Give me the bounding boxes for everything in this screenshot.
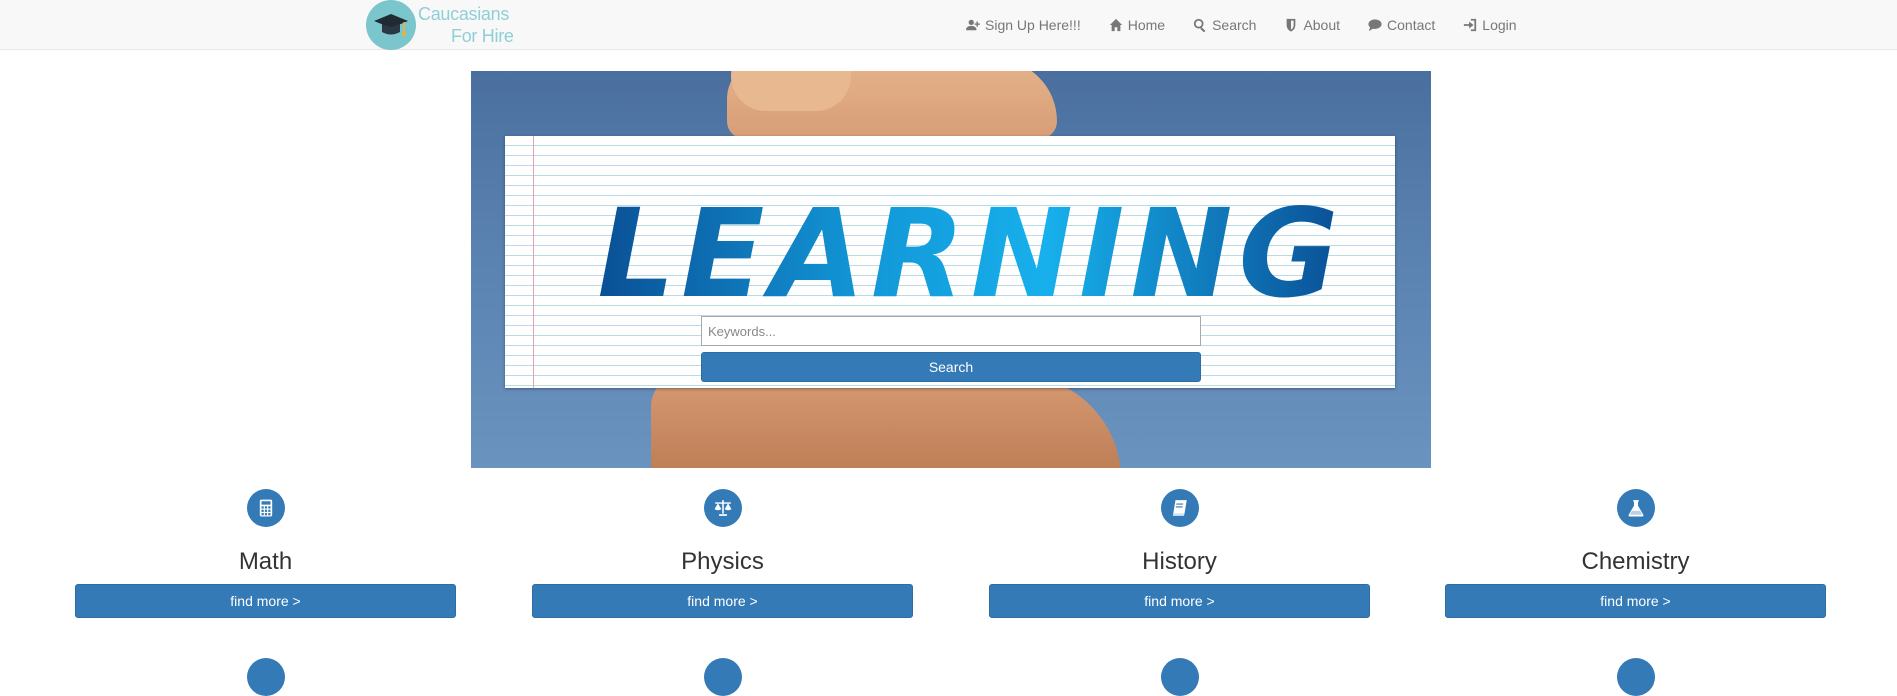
nav-search[interactable]: Search: [1179, 0, 1270, 50]
subject-card-physics: Physics find more >: [532, 489, 913, 619]
find-more-button[interactable]: find more >: [1445, 584, 1826, 618]
next-row-subject-icon: [1161, 658, 1199, 696]
nav-about-label: About: [1303, 17, 1341, 33]
subject-title: Chemistry: [1581, 548, 1690, 575]
next-row-subject-icon: [247, 658, 285, 696]
subject-title: Physics: [681, 548, 764, 575]
nav-home-label: Home: [1127, 17, 1166, 33]
nav-login[interactable]: Login: [1449, 0, 1530, 50]
search-submit-button[interactable]: Search: [701, 352, 1201, 382]
calculator-icon: [247, 489, 285, 527]
book-icon: [1161, 489, 1199, 527]
lined-paper-card: LEARNING Search: [505, 136, 1395, 388]
balance-scale-icon: [704, 489, 742, 527]
subject-card-chemistry: Chemistry find more >: [1445, 489, 1826, 619]
home-icon: [1109, 18, 1123, 32]
subject-title: History: [1142, 548, 1217, 575]
finger-image: [731, 71, 851, 111]
nav-signup[interactable]: Sign Up Here!!!: [966, 0, 1095, 50]
subject-card-history: History find more >: [989, 489, 1370, 619]
find-more-button[interactable]: find more >: [989, 584, 1370, 618]
nav-about[interactable]: About: [1270, 0, 1354, 50]
subject-card-math: Math find more >: [75, 489, 456, 619]
nav-signup-label: Sign Up Here!!!: [985, 17, 1081, 33]
user-plus-icon: [966, 18, 980, 32]
brand-name-line1: Caucasians: [418, 4, 510, 24]
find-more-button[interactable]: find more >: [532, 584, 913, 618]
nav-contact-label: Contact: [1387, 17, 1436, 33]
hand-bottom-image: [651, 375, 1121, 468]
comment-icon: [1368, 18, 1382, 32]
brand-name-line2: For Hire: [451, 26, 514, 46]
nav-contact[interactable]: Contact: [1354, 0, 1449, 50]
next-row-subject-icon: [1617, 658, 1655, 696]
hero-banner: LEARNING Search: [471, 71, 1431, 468]
learning-banner-art: LEARNING: [597, 196, 1344, 316]
shield-icon: [1284, 18, 1298, 32]
nav-links: Sign Up Here!!! Home Search About Contac…: [966, 0, 1531, 50]
paper-margin-line: [533, 136, 534, 388]
next-row-subject-icon: [704, 658, 742, 696]
search-icon: [1193, 18, 1207, 32]
sign-in-icon: [1463, 18, 1477, 32]
nav-home[interactable]: Home: [1095, 0, 1179, 50]
learning-banner-text: LEARNING: [597, 196, 1344, 316]
find-more-button[interactable]: find more >: [75, 584, 456, 618]
flask-icon: [1617, 489, 1655, 527]
top-navbar: Caucasians For Hire Sign Up Here!!! Home…: [0, 0, 1897, 50]
subject-title: Math: [238, 548, 293, 575]
keywords-search-input[interactable]: [701, 316, 1201, 346]
nav-search-label: Search: [1212, 17, 1257, 33]
graduation-cap-logo-icon: [366, 0, 416, 50]
nav-login-label: Login: [1482, 17, 1517, 33]
